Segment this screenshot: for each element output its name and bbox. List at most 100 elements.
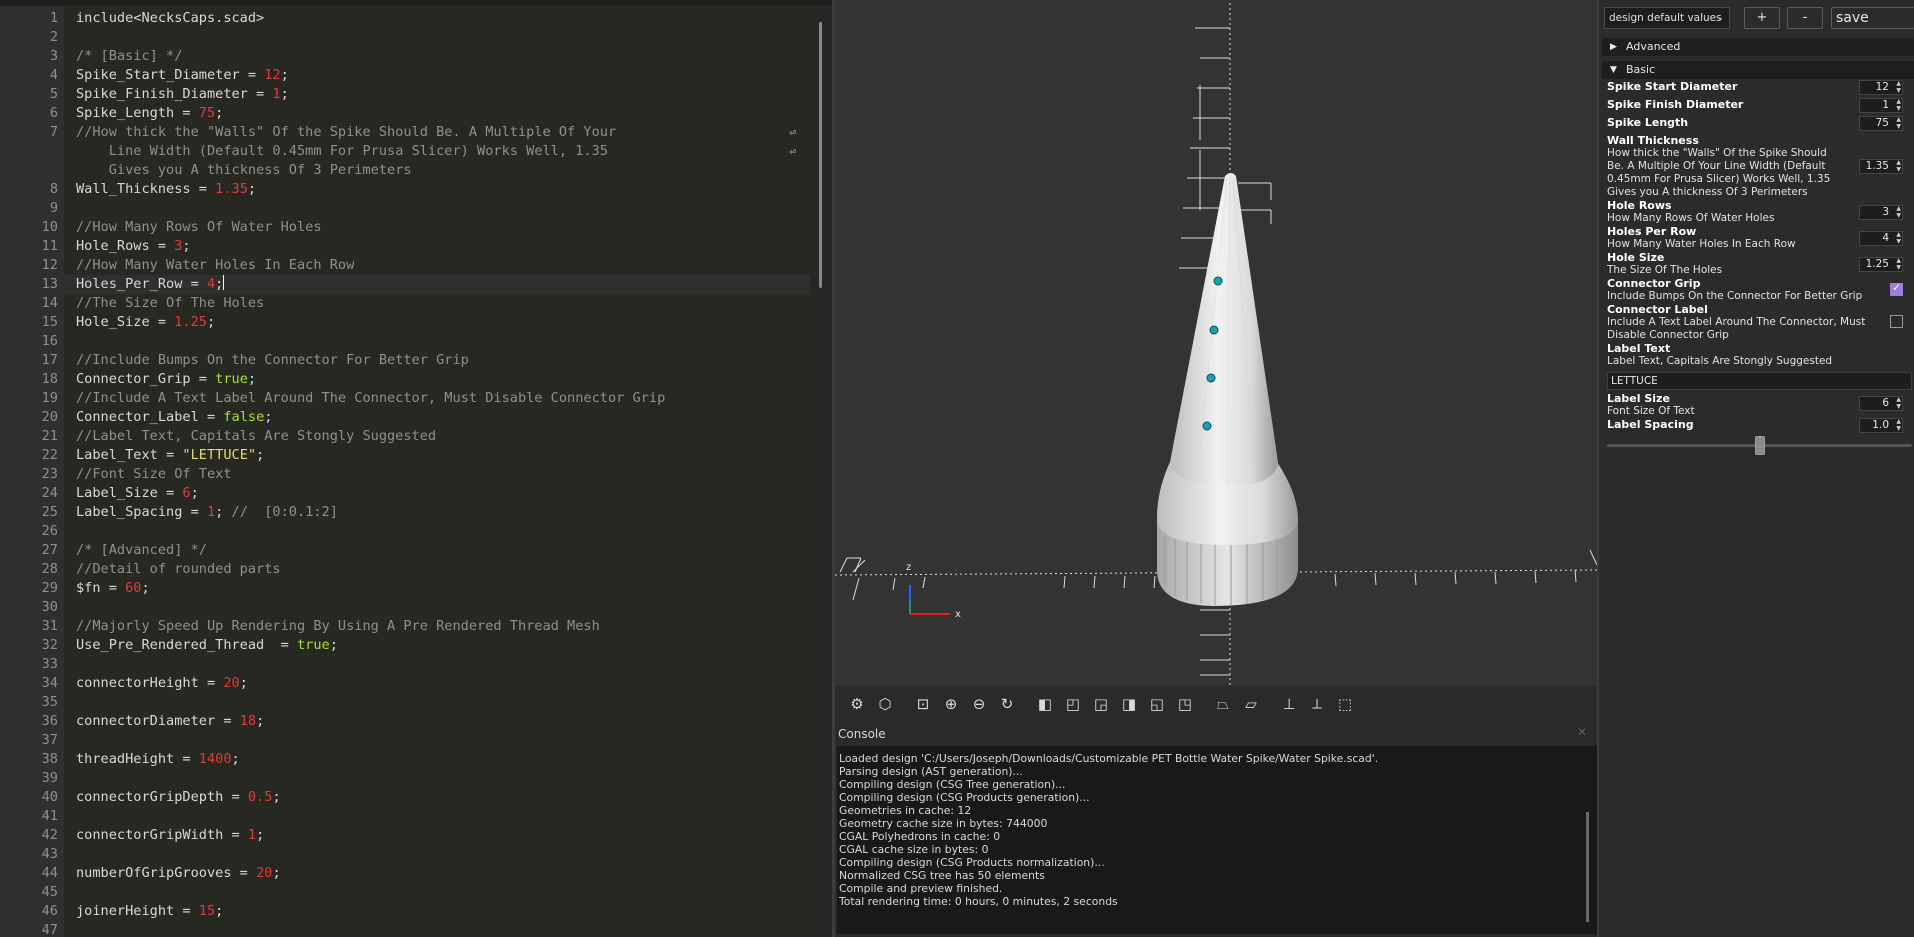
code-line[interactable]: 39: [0, 769, 810, 788]
orthogonal-icon[interactable]: ▱: [1237, 690, 1265, 718]
spin-arrows-icon[interactable]: ▲ ▼: [1896, 80, 1901, 94]
code-line[interactable]: 20 Connector_Label = false;: [0, 408, 810, 427]
spin-arrows-icon[interactable]: ▲ ▼: [1896, 396, 1901, 410]
view-back-icon[interactable]: ◳: [1171, 690, 1199, 718]
code-line[interactable]: 11 Hole_Rows = 3;: [0, 237, 810, 256]
spin-arrows-icon[interactable]: ▲ ▼: [1896, 231, 1901, 245]
code-line[interactable]: 37: [0, 731, 810, 750]
code-line[interactable]: 9: [0, 199, 810, 218]
code-line[interactable]: 1 include<NecksCaps.scad>: [0, 9, 810, 28]
spin-arrows-icon[interactable]: ▲ ▼: [1896, 98, 1901, 112]
show-edges-icon[interactable]: ⬚: [1331, 690, 1359, 718]
code-line[interactable]: 21 //Label Text, Capitals Are Stongly Sug…: [0, 427, 810, 446]
hole-rows-spinbox[interactable]: 3 ▲ ▼: [1859, 205, 1903, 220]
code-line[interactable]: 12 //How Many Water Holes In Each Row: [0, 256, 810, 275]
code-line[interactable]: 25 Label_Spacing = 1; // [0:0.1:2]: [0, 503, 810, 522]
add-preset-button[interactable]: +: [1744, 7, 1780, 29]
code-line[interactable]: 4 Spike_Start_Diameter = 12;: [0, 66, 810, 85]
code-line[interactable]: 14 //The Size Of The Holes: [0, 294, 810, 313]
code-line[interactable]: 40 connectorGripDepth = 0.5;: [0, 788, 810, 807]
code-editor[interactable]: 1 include<NecksCaps.scad> 2 3/* [Basic] */4…: [0, 0, 832, 937]
holes-per-row-spinbox[interactable]: 4 ▲ ▼: [1859, 231, 1903, 246]
label-text-input[interactable]: LETTUCE: [1607, 372, 1912, 390]
code-line[interactable]: 28 //Detail of rounded parts: [0, 560, 810, 579]
code-line[interactable]: 13 Holes_Per_Row = 4;: [0, 275, 810, 294]
close-icon[interactable]: ✕: [1577, 725, 1587, 739]
preset-select[interactable]: design default values ⌄: [1604, 7, 1730, 29]
editor-scrollbar-thumb[interactable]: [819, 22, 822, 288]
console-output[interactable]: Loaded design 'C:/Users/Joseph/Downloads…: [837, 746, 1599, 934]
code-line[interactable]: 2: [0, 28, 810, 47]
code-line[interactable]: 32 Use_Pre_Rendered_Thread = true;: [0, 636, 810, 655]
connector-label-checkbox[interactable]: [1890, 315, 1903, 328]
console-scrollbar[interactable]: [1586, 812, 1589, 922]
code-line[interactable]: 15 Hole_Size = 1.25;: [0, 313, 810, 332]
code-line[interactable]: 17 //Include Bumps On the Connector For B…: [0, 351, 810, 370]
code-line[interactable]: 29 $fn = 60;: [0, 579, 810, 598]
code-line[interactable]: 33: [0, 655, 810, 674]
code-line[interactable]: 22 Label_Text = "LETTUCE";: [0, 446, 810, 465]
wall-thickness-spinbox[interactable]: 1.35 ▲ ▼: [1859, 159, 1903, 174]
code-line[interactable]: 23 //Font Size Of Text: [0, 465, 810, 484]
label-spacing-spinbox[interactable]: 1.0 ▲ ▼: [1859, 418, 1903, 433]
spike-start-spinbox[interactable]: 12 ▲ ▼: [1859, 80, 1903, 95]
code-line[interactable]: 27 /* [Advanced] */: [0, 541, 810, 560]
code-line[interactable]: 41: [0, 807, 810, 826]
label-size-spinbox[interactable]: 6 ▲ ▼: [1859, 396, 1903, 411]
perspective-icon[interactable]: ⏢: [1209, 690, 1237, 718]
code-line[interactable]: 42 connectorGripWidth = 1;: [0, 826, 810, 845]
view-front-icon[interactable]: ◱: [1143, 690, 1171, 718]
zoom-out-icon[interactable]: ⊖: [965, 690, 993, 718]
code-line[interactable]: 18 Connector_Grip = true;: [0, 370, 810, 389]
code-line[interactable]: 38 threadHeight = 1400;: [0, 750, 810, 769]
spin-arrows-icon[interactable]: ▲ ▼: [1896, 159, 1901, 173]
view-all-icon[interactable]: ⊡: [909, 690, 937, 718]
show-axes-icon[interactable]: ⊥: [1275, 690, 1303, 718]
code-line[interactable]: 3 /* [Basic] */: [0, 47, 810, 66]
spin-arrows-icon[interactable]: ▲ ▼: [1896, 257, 1901, 271]
code-line[interactable]: 46 joinerHeight = 15;: [0, 902, 810, 921]
group-advanced[interactable]: ▶ Advanced: [1602, 38, 1914, 56]
code-line[interactable]: 36 connectorDiameter = 18;: [0, 712, 810, 731]
code-line[interactable]: 8 Wall_Thickness = 1.35;: [0, 180, 810, 199]
3d-viewport[interactable]: z x: [835, 0, 1597, 686]
slider-handle[interactable]: [1754, 436, 1765, 455]
code-line[interactable]: 30: [0, 598, 810, 617]
label-spacing-slider[interactable]: [1607, 436, 1912, 455]
preview-render-icon[interactable]: ⚙: [843, 690, 871, 718]
code-line[interactable]: 43: [0, 845, 810, 864]
code-line[interactable]: 31 //Majorly Speed Up Rendering By Using …: [0, 617, 810, 636]
code-line[interactable]: 19 //Include A Text Label Around The Conn…: [0, 389, 810, 408]
code-line[interactable]: 45: [0, 883, 810, 902]
show-scale-markers-icon[interactable]: ⟂: [1303, 690, 1331, 718]
code-line[interactable]: 34 connectorHeight = 20;: [0, 674, 810, 693]
code-line[interactable]: 6 Spike_Length = 75;: [0, 104, 810, 123]
code-line[interactable]: 26: [0, 522, 810, 541]
code-line[interactable]: 10 //How Many Rows Of Water Holes: [0, 218, 810, 237]
connector-grip-checkbox[interactable]: [1890, 281, 1903, 296]
view-right-icon[interactable]: ◧: [1031, 690, 1059, 718]
save-preset-button[interactable]: save preset: [1831, 7, 1914, 29]
reset-view-icon[interactable]: ↻: [993, 690, 1021, 718]
spin-arrows-icon[interactable]: ▲ ▼: [1896, 418, 1901, 432]
code-line[interactable]: 35: [0, 693, 810, 712]
spike-finish-spinbox[interactable]: 1 ▲ ▼: [1859, 98, 1903, 113]
view-top-icon[interactable]: ◰: [1059, 690, 1087, 718]
hole-size-spinbox[interactable]: 1.25 ▲ ▼: [1859, 257, 1903, 272]
code-line[interactable]: 5 Spike_Finish_Diameter = 1;: [0, 85, 810, 104]
code-line[interactable]: 16: [0, 332, 810, 351]
zoom-in-icon[interactable]: ⊕: [937, 690, 965, 718]
spike-length-spinbox[interactable]: 75 ▲ ▼: [1859, 116, 1903, 131]
render-icon[interactable]: ⬡: [871, 690, 899, 718]
code-line[interactable]: 47: [0, 921, 810, 937]
code-line[interactable]: 7 //How thick the "Walls" Of the Spike Sh…: [0, 123, 810, 180]
spin-arrows-icon[interactable]: ▲ ▼: [1896, 205, 1901, 219]
editor-scrollbar[interactable]: [812, 10, 832, 937]
code-lines[interactable]: 1 include<NecksCaps.scad> 2 3/* [Basic] */4…: [0, 9, 810, 937]
view-bottom-icon[interactable]: ◲: [1087, 690, 1115, 718]
group-basic[interactable]: ▼ Basic: [1602, 61, 1914, 79]
spin-arrows-icon[interactable]: ▲ ▼: [1896, 116, 1901, 130]
code-line[interactable]: 44 numberOfGripGrooves = 20;: [0, 864, 810, 883]
remove-preset-button[interactable]: -: [1787, 7, 1823, 29]
view-left-icon[interactable]: ◨: [1115, 690, 1143, 718]
